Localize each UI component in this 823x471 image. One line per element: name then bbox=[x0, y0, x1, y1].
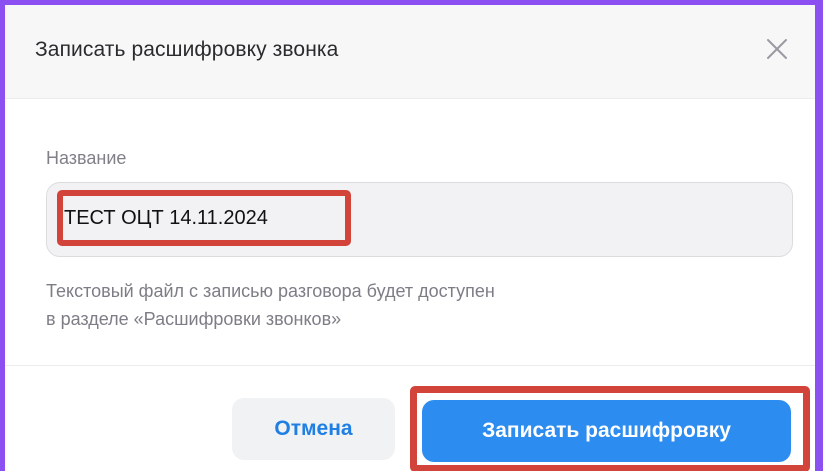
footer-divider bbox=[5, 365, 815, 366]
dialog-title: Записать расшифровку звонка bbox=[35, 38, 339, 61]
close-icon bbox=[767, 39, 787, 59]
name-input[interactable] bbox=[64, 203, 664, 233]
transcript-dialog: Записать расшифровку звонка Название Тек… bbox=[0, 0, 823, 471]
cancel-button[interactable]: Отмена bbox=[232, 398, 395, 460]
record-transcript-button[interactable]: Записать расшифровку bbox=[422, 400, 791, 462]
hint-line-1: Текстовый файл с записью разговора будет… bbox=[46, 281, 495, 301]
hint-line-2: в разделе «Расшифровки звонков» bbox=[46, 309, 342, 329]
name-field-label: Название bbox=[46, 148, 127, 168]
name-input-container bbox=[46, 182, 793, 257]
hint-text: Текстовый файл с записью разговора будет… bbox=[46, 277, 746, 333]
dialog-header: Записать расшифровку звонка bbox=[5, 5, 815, 99]
close-button[interactable] bbox=[761, 33, 793, 65]
